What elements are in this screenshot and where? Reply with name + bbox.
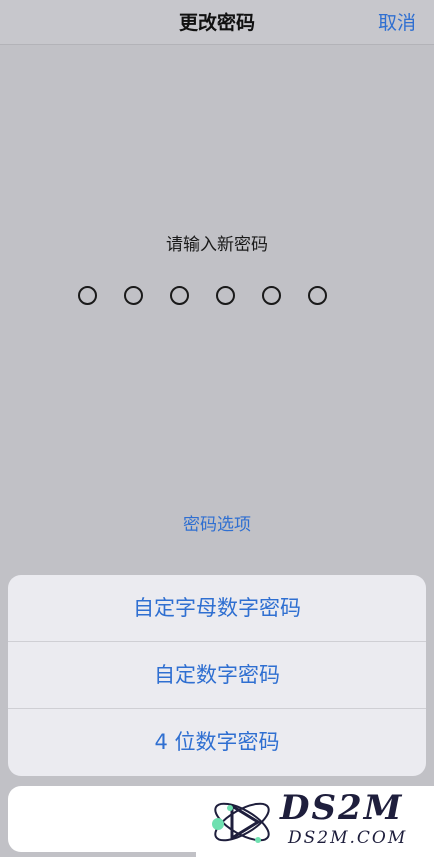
passcode-dots <box>78 286 327 305</box>
cancel-button[interactable]: 取消 <box>378 8 416 35</box>
watermark-brand: DS2M <box>280 788 404 828</box>
atom-logo-icon <box>212 802 270 843</box>
passcode-dot <box>216 286 235 305</box>
option-custom-numeric[interactable]: 自定数字密码 <box>8 642 426 709</box>
passcode-dot <box>124 286 143 305</box>
passcode-options-sheet: 自定字母数字密码 自定数字密码 4 位数字密码 <box>8 575 426 776</box>
passcode-dot <box>78 286 97 305</box>
option-4-digit-numeric[interactable]: 4 位数字密码 <box>8 709 426 776</box>
passcode-prompt: 请输入新密码 <box>166 235 268 255</box>
option-custom-alphanumeric[interactable]: 自定字母数字密码 <box>8 575 426 642</box>
passcode-dot <box>262 286 281 305</box>
watermark: DS2M DS2M.COM <box>196 786 434 857</box>
passcode-options-link[interactable]: 密码选项 <box>0 510 434 535</box>
passcode-dot <box>308 286 327 305</box>
page-title: 更改密码 <box>178 12 255 34</box>
passcode-dot <box>170 286 189 305</box>
watermark-domain: DS2M.COM <box>288 828 408 848</box>
navigation-bar: 更改密码 取消 <box>0 0 434 45</box>
